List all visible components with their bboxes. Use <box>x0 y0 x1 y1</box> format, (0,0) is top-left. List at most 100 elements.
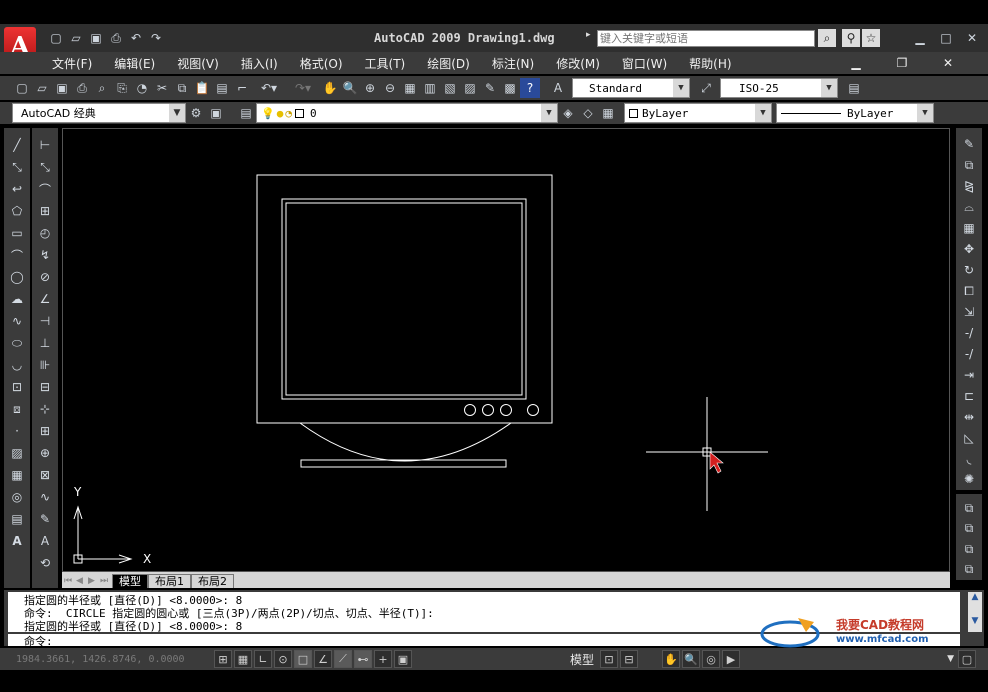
subscription-icon[interactable]: ⚲ <box>842 29 860 47</box>
publish-icon[interactable]: ⎘ <box>112 78 132 98</box>
fillet-icon[interactable]: ◟ <box>959 449 979 468</box>
qnew-icon[interactable]: ▢ <box>12 78 32 98</box>
quick-view-icon[interactable]: ⊟ <box>620 650 639 668</box>
spline-icon[interactable]: ∿ <box>7 311 27 331</box>
paste-icon[interactable]: 📋 <box>192 78 212 98</box>
gradient-icon[interactable]: ▦ <box>7 465 27 485</box>
clean-screen-icon[interactable]: ▢ <box>958 650 976 668</box>
prev-tab-icon[interactable]: ◀ <box>76 576 88 586</box>
first-tab-icon[interactable]: ⏮ <box>64 576 76 586</box>
diameter-dim-icon[interactable]: ⊘ <box>35 267 55 287</box>
maximize-icon[interactable]: □ <box>936 28 956 48</box>
dim-update-icon[interactable]: ⟲ <box>35 553 55 573</box>
color-select[interactable]: ByLayer ▼ <box>624 103 772 123</box>
next-tab-icon[interactable]: ▶ <box>88 576 100 586</box>
showmotion-icon[interactable]: ▶ <box>722 650 741 668</box>
zoom-status-icon[interactable]: 🔍 <box>682 650 701 668</box>
osnap-icon[interactable]: □ <box>294 650 312 668</box>
linear-dim-icon[interactable]: ⊢ <box>35 135 55 155</box>
radius-dim-icon[interactable]: ◴ <box>35 223 55 243</box>
mtext-icon[interactable]: A <box>7 531 27 551</box>
open-icon[interactable]: ▱ <box>66 28 86 48</box>
last-tab-icon[interactable]: ⏭ <box>100 576 112 586</box>
angular-dim-icon[interactable]: ∠ <box>35 289 55 309</box>
layer-previous-icon[interactable]: ◇ <box>578 103 598 123</box>
point-icon[interactable]: · <box>7 421 27 441</box>
continue-dim-icon[interactable]: ⊪ <box>35 355 55 375</box>
save-file-icon[interactable]: ▣ <box>52 78 72 98</box>
doc-restore-icon[interactable]: ❐ <box>892 53 912 73</box>
line-icon[interactable]: ╱ <box>7 135 27 155</box>
command-scrollbar[interactable]: ▲ ▼ <box>968 592 982 632</box>
paste-block-icon[interactable]: ▤ <box>212 78 232 98</box>
layer-properties-icon[interactable]: ▤ <box>236 103 256 123</box>
tool-palettes-icon[interactable]: ▧ <box>440 78 460 98</box>
table-style-icon[interactable]: ▤ <box>844 78 864 98</box>
polyline-icon[interactable]: ↩ <box>7 179 27 199</box>
pan-icon[interactable]: ✋ <box>320 78 340 98</box>
join-icon[interactable]: ⇹ <box>959 407 979 426</box>
scale-icon[interactable]: ⧠ <box>959 282 979 301</box>
workspace-select[interactable]: AutoCAD 经典 ▼ <box>12 103 186 123</box>
otrack-icon[interactable]: ∠ <box>314 650 332 668</box>
hatch-icon[interactable]: ▨ <box>7 443 27 463</box>
plot-icon[interactable]: ⎙ <box>72 78 92 98</box>
scroll-down-icon[interactable]: ▼ <box>968 616 982 626</box>
snap-icon[interactable]: ⊞ <box>214 650 232 668</box>
make-block-icon[interactable]: ⧈ <box>7 399 27 419</box>
quick-dim-icon[interactable]: ⊣ <box>35 311 55 331</box>
copy-object-icon[interactable]: ⧉ <box>959 156 979 175</box>
ellipse-arc-icon[interactable]: ◡ <box>7 355 27 375</box>
dim-edit-icon[interactable]: ✎ <box>35 509 55 529</box>
ortho-icon[interactable]: ∟ <box>254 650 272 668</box>
tolerance-icon[interactable]: ⊞ <box>35 421 55 441</box>
bring-above-icon[interactable]: ⧉ <box>959 540 979 559</box>
close-icon[interactable]: ✕ <box>962 28 982 48</box>
quickcalc-icon[interactable]: ▩ <box>500 78 520 98</box>
ordinate-dim-icon[interactable]: ⊞ <box>35 201 55 221</box>
center-mark-icon[interactable]: ⊕ <box>35 443 55 463</box>
offset-icon[interactable]: ⌓ <box>959 198 979 217</box>
save-icon[interactable]: ▣ <box>86 28 106 48</box>
design-center-icon[interactable]: ▥ <box>420 78 440 98</box>
steering-wheel-icon[interactable]: ◎ <box>702 650 721 668</box>
break-icon[interactable]: ⊏ <box>959 386 979 405</box>
chamfer-icon[interactable]: ◺ <box>959 428 979 447</box>
match-properties-icon[interactable]: ⌐ <box>232 78 252 98</box>
plot-preview-icon[interactable]: ⌕ <box>92 78 112 98</box>
menu-tools[interactable]: 工具(T) <box>365 55 406 72</box>
menu-window[interactable]: 窗口(W) <box>622 55 667 72</box>
polar-icon[interactable]: ⊙ <box>274 650 292 668</box>
rotate-icon[interactable]: ↻ <box>959 261 979 280</box>
print-icon[interactable]: ⎙ <box>106 28 126 48</box>
drawing-canvas[interactable]: Y X <box>62 128 950 572</box>
erase-icon[interactable]: ✎ <box>959 135 979 154</box>
lwt-icon[interactable]: + <box>374 650 392 668</box>
minimize-icon[interactable]: ▁ <box>910 28 930 48</box>
favorites-icon[interactable]: ☆ <box>862 29 880 47</box>
redo-icon[interactable]: ↷ <box>146 28 166 48</box>
move-icon[interactable]: ✥ <box>959 240 979 259</box>
menu-view[interactable]: 视图(V) <box>177 55 219 72</box>
dim-style-select[interactable]: ISO-25 ▼ <box>720 78 838 98</box>
grid-icon[interactable]: ▦ <box>234 650 252 668</box>
text-style-icon[interactable]: A <box>548 78 568 98</box>
menu-file[interactable]: 文件(F) <box>52 55 92 72</box>
properties-icon[interactable]: ▦ <box>400 78 420 98</box>
3d-dwf-icon[interactable]: ◔ <box>132 78 152 98</box>
pan-status-icon[interactable]: ✋ <box>662 650 681 668</box>
layout-view-icon[interactable]: ⊡ <box>600 650 619 668</box>
construction-line-icon[interactable]: ⤡ <box>7 157 27 177</box>
revision-cloud-icon[interactable]: ☁ <box>7 289 27 309</box>
circle-icon[interactable]: ◯ <box>7 267 27 287</box>
explode-icon[interactable]: ✺ <box>959 470 979 489</box>
redo-tool-icon[interactable]: ↷▾ <box>286 78 320 98</box>
send-under-icon[interactable]: ⧉ <box>959 561 979 580</box>
make-layer-current-icon[interactable]: ◈ <box>558 103 578 123</box>
menu-modify[interactable]: 修改(M) <box>556 55 600 72</box>
copy-icon[interactable]: ⧉ <box>172 78 192 98</box>
scroll-up-icon[interactable]: ▲ <box>968 592 982 602</box>
arc-length-icon[interactable]: ⌒ <box>35 179 55 199</box>
doc-close-icon[interactable]: ✕ <box>938 53 958 73</box>
help-icon[interactable]: ? <box>520 78 540 98</box>
